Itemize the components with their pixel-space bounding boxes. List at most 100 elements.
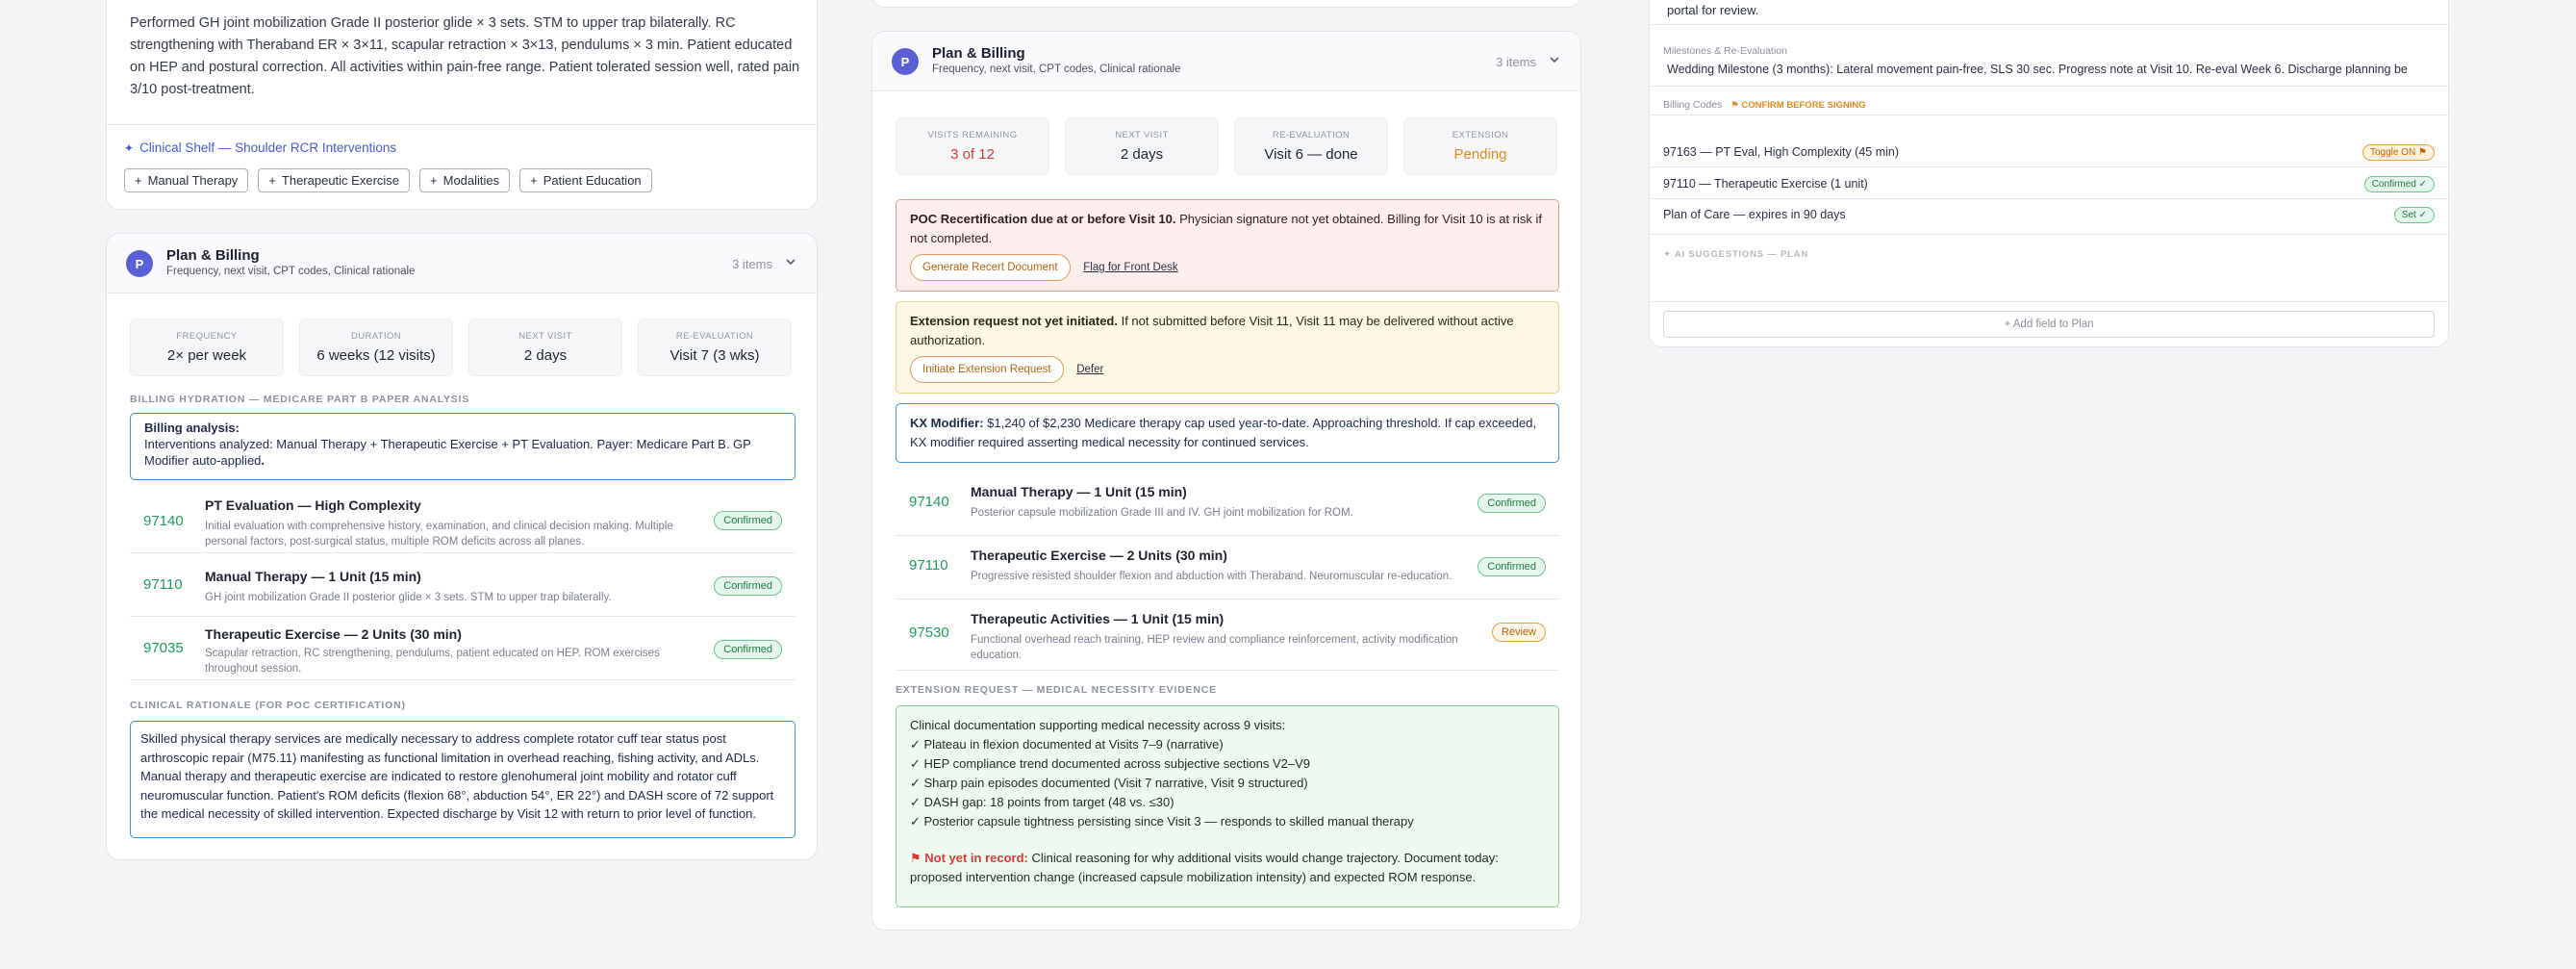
billing-codes-label: Billing Codes ⚑ CONFIRM BEFORE SIGNING [1663,99,1866,111]
code-description: Scapular retraction, RC strengthening, p… [205,648,660,675]
ai-suggestions-label: ✦ AI SUGGESTIONS — PLAN [1663,249,1809,260]
billing-code-row[interactable]: Plan of Care — expires in 90 days [1663,208,1846,221]
poc-alert-title: POC Recertification due at or before Vis… [910,212,1176,226]
status-badge[interactable]: Confirmed [1477,557,1546,576]
code-description: Initial evaluation with comprehensive hi… [205,521,673,548]
previous-card-stub [871,0,1581,8]
cpt-code: 97140 [909,494,949,510]
section-avatar: P [892,48,919,75]
stat-value: Pending [1453,146,1507,163]
not-in-record-note: ⚑ Not yet in record: Clinical reasoning … [910,849,1545,887]
table-row[interactable]: 97035 Therapeutic Exercise — 2 Units (30… [130,617,796,680]
plan-billing-header[interactable]: P Plan & Billing Frequency, next visit, … [107,234,817,293]
status-badge[interactable]: Confirmed [1477,494,1546,513]
plus-icon: + [268,173,276,188]
clinical-shelf-link[interactable]: ✦ Clinical Shelf — Shoulder RCR Interven… [124,140,396,155]
divider [1650,198,2448,199]
not-in-record-label: ⚑ Not yet in record: [910,851,1028,865]
list-item: ✓ DASH gap: 18 points from target (48 vs… [910,795,1174,809]
chip-patient-education[interactable]: + Patient Education [519,168,652,192]
status-badge[interactable]: Confirmed [714,576,782,596]
plus-icon: + [430,173,438,188]
chip-label: Patient Education [543,173,642,188]
plan-billing-header[interactable]: P Plan & Billing Frequency, next visit, … [872,32,1580,91]
kx-body: $1,240 of $2,230 Medicare therapy cap us… [910,416,1537,449]
stat-value: Visit 6 — done [1264,146,1358,163]
stat-label: NEXT VISIT [518,331,572,342]
list-item: ✓ HEP compliance trend documented across… [910,756,1311,771]
kx-modifier-box: KX Modifier: $1,240 of $2,230 Medicare t… [896,403,1559,463]
confirm-warning: ⚑ CONFIRM BEFORE SIGNING [1730,100,1866,111]
chip-therapeutic-exercise[interactable]: + Therapeutic Exercise [258,168,411,192]
billing-analysis-text: Interventions analyzed: Manual Therapy +… [144,436,781,469]
defer-link[interactable]: Defer [1076,364,1103,375]
chip-modalities[interactable]: + Modalities [419,168,511,192]
plan-stats: VISITS REMAINING 3 of 12 NEXT VISIT 2 da… [896,117,1557,175]
status-badge[interactable]: Confirmed [714,511,782,530]
stat-value: Visit 7 (3 wks) [669,347,760,364]
set-chip[interactable]: Set ✓ [2393,207,2435,223]
cpt-code: 97530 [909,625,949,641]
chip-manual-therapy[interactable]: + Manual Therapy [124,168,249,192]
extension-evidence-label: EXTENSION REQUEST — MEDICAL NECESSITY EV… [896,684,1217,696]
code-title: Therapeutic Exercise — 2 Units (30 min) [971,548,1227,563]
plan-editor-panel: portal for review. Milestones & Re-Evalu… [1649,0,2449,347]
stat-label: FREQUENCY [176,331,238,342]
list-item: ✓ Sharp pain episodes documented (Visit … [910,776,1308,790]
clinical-rationale-text[interactable]: Skilled physical therapy services are me… [130,721,796,838]
session-note-card: Performed GH joint mobilization Grade II… [106,0,818,210]
chip-label: Therapeutic Exercise [281,173,400,188]
code-title: PT Evaluation — High Complexity [205,497,421,513]
status-badge[interactable]: Confirmed [714,640,782,659]
code-title: Manual Therapy — 1 Unit (15 min) [205,569,421,584]
toggle-chip[interactable]: Toggle ON ⚑ [2362,144,2435,161]
table-row[interactable]: 97530 Therapeutic Activities — 1 Unit (1… [896,599,1559,671]
code-description: Progressive resisted shoulder flexion an… [971,571,1452,582]
code-description: GH joint mobilization Grade II posterior… [205,592,612,603]
list-item: ✓ Plateau in flexion documented at Visit… [910,737,1224,752]
extension-alert: Extension request not yet initiated. If … [896,301,1559,394]
table-row[interactable]: 97110 Therapeutic Exercise — 2 Units (30… [896,536,1559,599]
stat-label: RE-EVALUATION [1272,130,1351,140]
stat-visits-remaining: VISITS REMAINING 3 of 12 [896,117,1049,175]
stat-re-evaluation: RE-EVALUATION Visit 7 (3 wks) [638,319,792,376]
list-item: ✓ Posterior capsule tightness persisting… [910,814,1414,829]
extension-actions: Initiate Extension Request Defer [910,356,1545,383]
extension-alert-title: Extension request not yet initiated. [910,314,1118,328]
code-title: Manual Therapy — 1 Unit (15 min) [971,484,1187,499]
stat-label: VISITS REMAINING [927,130,1018,140]
confirmed-chip[interactable]: Confirmed ✓ [2363,176,2435,192]
section-title: Plan & Billing [932,45,1025,62]
stat-label: NEXT VISIT [1115,130,1169,140]
stat-label: RE-EVALUATION [675,331,754,342]
stat-label: DURATION [350,331,402,342]
chevron-down-icon[interactable] [1548,53,1561,66]
billing-code-row[interactable]: 97110 — Therapeutic Exercise (1 unit) [1663,177,1868,191]
section-subtitle: Frequency, next visit, CPT codes, Clinic… [166,266,416,277]
table-row[interactable]: 97140 Manual Therapy — 1 Unit (15 min) P… [896,472,1559,536]
medical-necessity-evidence: Clinical documentation supporting medica… [896,705,1559,907]
milestones-text[interactable]: Wedding Milestone (3 months): Lateral mo… [1667,63,2408,76]
generate-recert-button[interactable]: Generate Recert Document [910,254,1071,281]
divider [1650,166,2448,167]
add-field-button[interactable]: + Add field to Plan [1663,311,2435,338]
initiate-extension-button[interactable]: Initiate Extension Request [910,356,1064,383]
billing-analysis-end: . [261,453,265,468]
table-row[interactable]: 97140 PT Evaluation — High Complexity In… [130,486,796,553]
billing-code-row[interactable]: 97163 — PT Eval, High Complexity (45 min… [1663,145,1899,159]
flag-front-desk-link[interactable]: Flag for Front Desk [1083,262,1177,273]
table-row[interactable]: 97110 Manual Therapy — 1 Unit (15 min) G… [130,553,796,617]
portal-text: portal for review. [1667,3,1759,17]
stat-value: 2× per week [166,347,247,364]
cpt-code: 97140 [143,513,184,529]
status-badge[interactable]: Review [1491,623,1546,642]
milestones-label: Milestones & Re-Evaluation [1663,45,1787,57]
poc-alert-text: POC Recertification due at or before Vis… [910,210,1545,248]
plan-billing-card-left: P Plan & Billing Frequency, next visit, … [106,233,818,860]
cpt-code: 97110 [909,557,948,574]
code-description: Posterior capsule mobilization Grade III… [971,507,1353,519]
chevron-down-icon[interactable] [784,255,797,268]
sparkle-icon: ✦ [124,140,135,155]
evidence-intro: Clinical documentation supporting medica… [910,718,1286,732]
divider [1650,301,2448,302]
